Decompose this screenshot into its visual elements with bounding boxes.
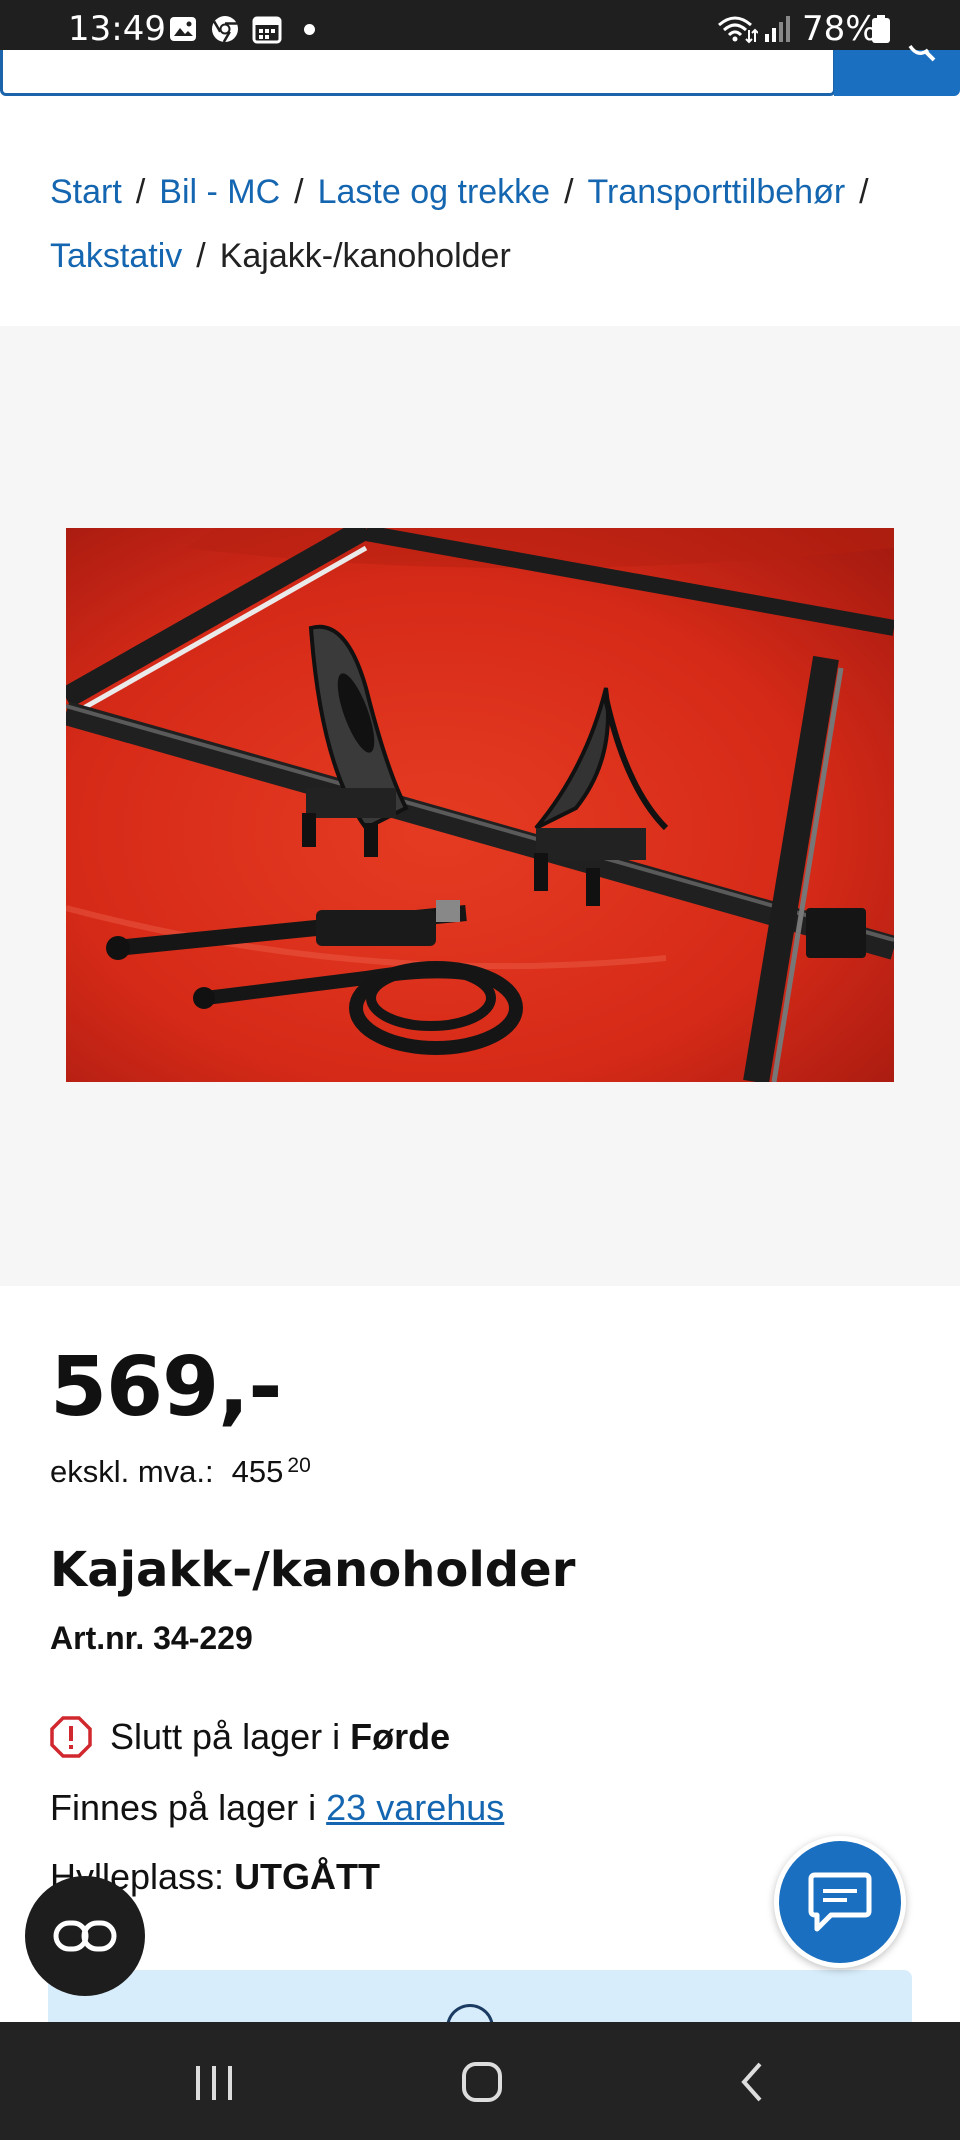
breadcrumb-link-laste-og-trekke[interactable]: Laste og trekke	[318, 173, 550, 211]
breadcrumb-separator: /	[294, 173, 304, 211]
product-price: 569,-	[50, 1340, 282, 1435]
chrome-icon	[212, 16, 238, 43]
navigation-bar	[0, 2022, 960, 2140]
breadcrumb-separator: /	[564, 173, 574, 211]
out-of-stock-store: Førde	[350, 1716, 451, 1757]
store-stock-status: Slutt på lager i Førde	[50, 1712, 450, 1762]
excl-vat-cents: 20	[287, 1454, 311, 1477]
shelf-value: UTGÅTT	[234, 1856, 381, 1897]
breadcrumb-link-start[interactable]: Start	[50, 173, 122, 211]
warehouses-link[interactable]: 23 varehus	[326, 1787, 504, 1828]
recent-apps-icon[interactable]	[184, 2052, 244, 2112]
back-icon[interactable]	[722, 2052, 782, 2112]
search-bar	[0, 44, 960, 98]
accessibility-button[interactable]	[25, 1876, 145, 1996]
breadcrumb: Start / Bil - MC / Laste og trekke / Transport…	[50, 160, 930, 288]
availability-row: Finnes på lager i 23 varehus	[50, 1783, 504, 1833]
calendar-icon	[252, 16, 282, 44]
search-button[interactable]	[834, 44, 960, 96]
search-input[interactable]	[0, 50, 836, 96]
product-image[interactable]	[66, 528, 894, 1082]
product-title: Kajakk-/kanoholder	[50, 1542, 576, 1598]
search-icon	[908, 44, 936, 62]
chat-button[interactable]	[774, 1836, 906, 1968]
signal-icon	[765, 16, 790, 42]
article-number: Art.nr. 34-229	[50, 1620, 253, 1656]
breadcrumb-current: Kajakk-/kanoholder	[219, 237, 511, 275]
status-time: 13:49	[68, 9, 166, 49]
excl-vat-value: 455	[231, 1454, 284, 1489]
breadcrumb-link-transporttilbehor[interactable]: Transporttilbehør	[588, 173, 846, 211]
link-loop-icon	[53, 1920, 117, 1952]
availability-text: Finnes på lager i	[50, 1787, 327, 1828]
out-of-stock-text: Slutt på lager i	[110, 1716, 351, 1757]
dot-icon	[304, 24, 315, 35]
battery-icon	[872, 15, 890, 43]
chat-bubble-icon	[808, 1872, 872, 1932]
image-icon	[170, 17, 196, 41]
warning-octagon-icon	[50, 1716, 92, 1758]
price-excl-vat: ekskl. mva.: 455 20	[50, 1454, 311, 1490]
wifi-icon	[718, 16, 758, 44]
breadcrumb-separator: /	[196, 237, 206, 275]
excl-vat-label: ekskl. mva.:	[50, 1454, 214, 1489]
home-icon[interactable]	[452, 2052, 512, 2112]
breadcrumb-separator: /	[135, 173, 146, 211]
breadcrumb-link-bil-mc[interactable]: Bil - MC	[159, 173, 280, 211]
breadcrumb-link-takstativ[interactable]: Takstativ	[50, 237, 182, 275]
battery-percent: 78%	[802, 9, 878, 49]
breadcrumb-separator: /	[859, 173, 869, 211]
